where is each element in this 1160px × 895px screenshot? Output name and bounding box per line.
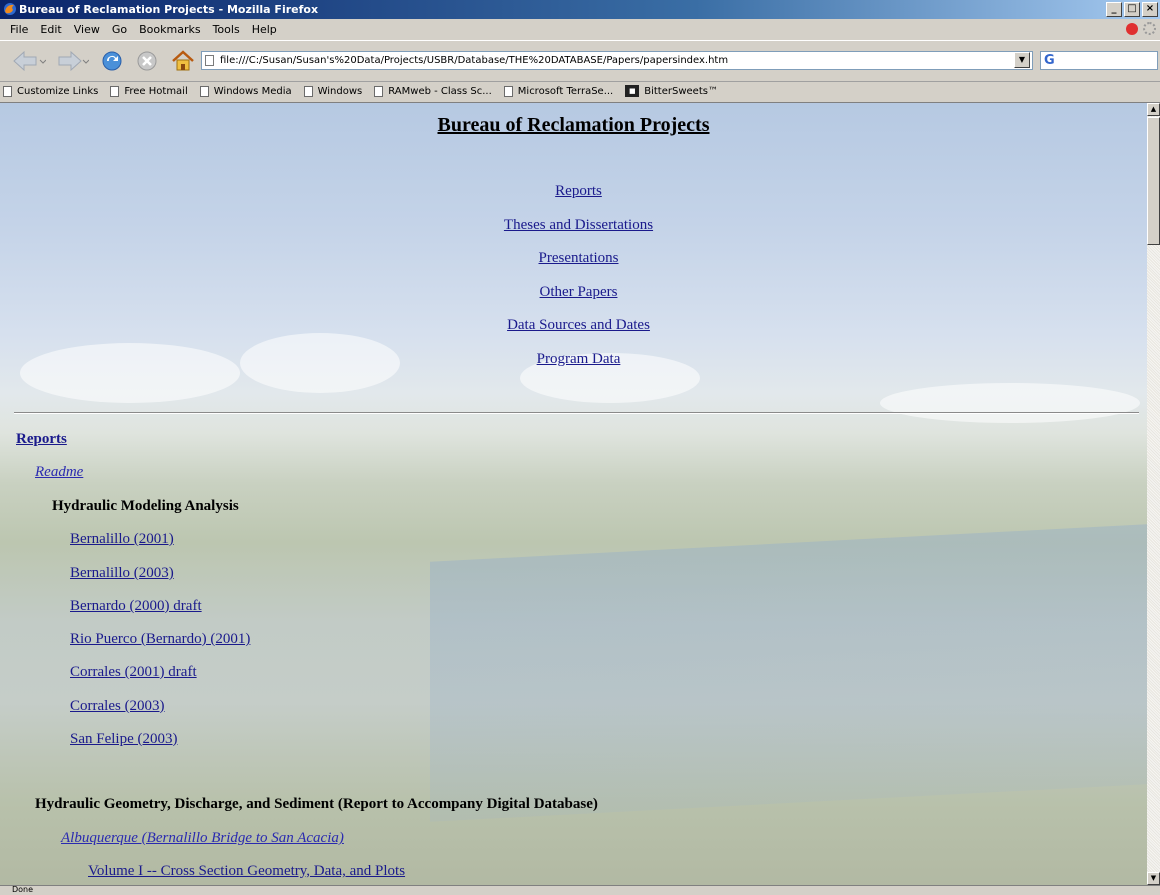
- menu-tools[interactable]: Tools: [207, 23, 246, 36]
- stop-button[interactable]: [135, 48, 159, 74]
- bookmark-bittersweets[interactable]: ■ BitterSweets™: [625, 85, 718, 97]
- home-icon: [172, 50, 194, 71]
- scroll-thumb[interactable]: [1147, 117, 1160, 245]
- menu-bar: File Edit View Go Bookmarks Tools Help: [0, 19, 1160, 41]
- page-title: Bureau of Reclamation Projects: [437, 114, 710, 136]
- status-text: Done: [12, 885, 34, 894]
- title-bar: Bureau of Reclamation Projects - Mozilla…: [0, 0, 1160, 19]
- reload-icon: [102, 51, 122, 71]
- bookmark-windows-media[interactable]: Windows Media: [199, 85, 292, 97]
- scroll-up-button[interactable]: ▲: [1147, 103, 1160, 116]
- bookmark-label: BitterSweets™: [644, 85, 718, 97]
- background-cloud: [880, 383, 1140, 423]
- menu-help[interactable]: Help: [246, 23, 283, 36]
- report-link[interactable]: Bernalillo (2001): [70, 531, 174, 548]
- nav-link-program-data[interactable]: Program Data: [0, 349, 1147, 383]
- page-icon: [303, 85, 313, 97]
- nav-link-reports[interactable]: Reports: [0, 181, 1147, 215]
- back-button[interactable]: [12, 48, 46, 74]
- bittersweets-icon: ■: [625, 85, 640, 97]
- bookmark-label: RAMweb - Class Sc...: [388, 85, 492, 97]
- section-nav: Reports Theses and Dissertations Present…: [0, 181, 1147, 382]
- menu-view[interactable]: View: [68, 23, 106, 36]
- report-link[interactable]: Corrales (2001) draft: [70, 664, 197, 681]
- status-bar: Done: [0, 885, 1160, 895]
- throbber-icon: [1143, 22, 1156, 35]
- google-search-icon[interactable]: G: [1044, 53, 1055, 68]
- nav-link-other-papers[interactable]: Other Papers: [0, 282, 1147, 316]
- address-dropdown-button[interactable]: ▼: [1014, 52, 1030, 68]
- hgds-heading: Hydraulic Geometry, Discharge, and Sedim…: [35, 796, 598, 812]
- window-title: Bureau of Reclamation Projects - Mozilla…: [19, 3, 319, 16]
- page-content: Bureau of Reclamation Projects Reports T…: [0, 103, 1147, 885]
- update-indicator-icon[interactable]: [1126, 23, 1138, 35]
- forward-arrow-icon: [58, 50, 89, 72]
- search-input[interactable]: G: [1040, 51, 1158, 70]
- forward-button[interactable]: [55, 48, 89, 74]
- bookmark-label: Microsoft TerraSe...: [517, 85, 614, 97]
- menu-bookmarks[interactable]: Bookmarks: [133, 23, 206, 36]
- horizontal-rule: [14, 412, 1139, 414]
- page-icon: [374, 85, 384, 97]
- bookmark-ramweb[interactable]: RAMweb - Class Sc...: [374, 85, 492, 97]
- bookmark-label: Windows Media: [213, 85, 292, 97]
- scroll-down-button[interactable]: ▼: [1147, 872, 1160, 885]
- address-bar[interactable]: file:///C:/Susan/Susan's%20Data/Projects…: [201, 51, 1033, 70]
- back-arrow-icon: [13, 50, 46, 72]
- close-button[interactable]: ×: [1142, 2, 1158, 17]
- page-icon: [199, 85, 209, 97]
- report-link[interactable]: Bernalillo (2003): [70, 565, 174, 582]
- nav-link-theses[interactable]: Theses and Dissertations: [0, 215, 1147, 249]
- home-button[interactable]: [170, 48, 196, 74]
- bookmark-customize-links[interactable]: Customize Links: [3, 85, 98, 97]
- background-river: [430, 524, 1147, 822]
- albuquerque-link[interactable]: Albuquerque (Bernalillo Bridge to San Ac…: [61, 830, 344, 847]
- bookmarks-toolbar: Customize Links Free Hotmail Windows Med…: [0, 82, 1160, 103]
- hma-heading: Hydraulic Modeling Analysis: [52, 498, 239, 514]
- bookmark-free-hotmail[interactable]: Free Hotmail: [110, 85, 188, 97]
- firefox-icon: [4, 3, 16, 15]
- menu-file[interactable]: File: [4, 23, 34, 36]
- bookmark-windows[interactable]: Windows: [303, 85, 363, 97]
- menu-edit[interactable]: Edit: [34, 23, 67, 36]
- report-link[interactable]: Corrales (2003): [70, 698, 165, 715]
- reports-section-link[interactable]: Reports: [16, 431, 67, 448]
- maximize-button[interactable]: □: [1124, 2, 1140, 17]
- page-icon: [3, 85, 12, 97]
- bookmark-label: Customize Links: [17, 85, 99, 97]
- nav-link-presentations[interactable]: Presentations: [0, 248, 1147, 282]
- volume-1-link[interactable]: Volume I -- Cross Section Geometry, Data…: [88, 863, 405, 880]
- nav-link-data-sources[interactable]: Data Sources and Dates: [0, 315, 1147, 349]
- report-link[interactable]: San Felipe (2003): [70, 731, 177, 748]
- bookmark-label: Windows: [317, 85, 363, 97]
- page-icon: [110, 85, 120, 97]
- page-icon: [503, 85, 513, 97]
- readme-link[interactable]: Readme: [35, 464, 83, 481]
- page-icon: [205, 55, 214, 66]
- report-link[interactable]: Rio Puerco (Bernardo) (2001): [70, 631, 250, 648]
- minimize-button[interactable]: _: [1106, 2, 1122, 17]
- vertical-scrollbar[interactable]: ▲ ▼: [1147, 103, 1160, 885]
- bookmark-label: Free Hotmail: [124, 85, 188, 97]
- menu-go[interactable]: Go: [106, 23, 133, 36]
- bookmark-microsoft-terraserver[interactable]: Microsoft TerraSe...: [503, 85, 614, 97]
- navigation-toolbar: file:///C:/Susan/Susan's%20Data/Projects…: [0, 41, 1160, 82]
- report-link[interactable]: Bernardo (2000) draft: [70, 598, 202, 615]
- stop-icon: [137, 51, 157, 71]
- address-url: file:///C:/Susan/Susan's%20Data/Projects…: [220, 55, 729, 66]
- reload-button[interactable]: [100, 48, 124, 74]
